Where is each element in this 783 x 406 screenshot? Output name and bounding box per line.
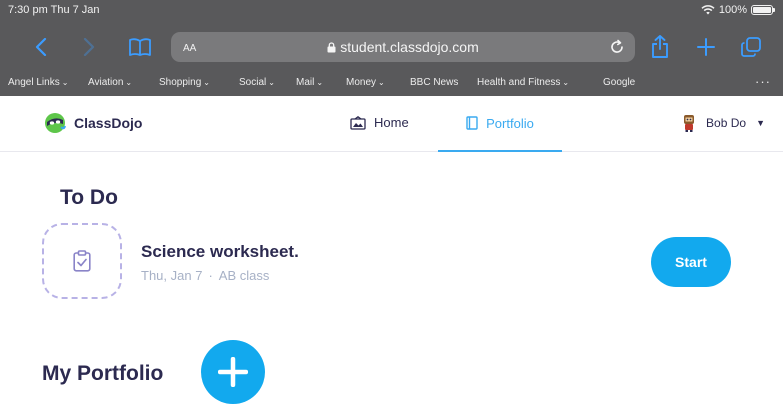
portfolio-heading: My Portfolio: [42, 362, 164, 385]
task-class: AB class: [218, 268, 270, 283]
battery-percent: 100%: [718, 4, 747, 16]
new-tab-button[interactable]: [694, 30, 718, 64]
chevron-right-icon: [83, 38, 95, 56]
status-bar: 7:30 pm Thu 7 Jan 100%: [0, 0, 783, 20]
task-title[interactable]: Science worksheet.: [141, 242, 299, 262]
book-icon: [129, 38, 151, 56]
reload-icon[interactable]: [609, 39, 625, 55]
battery-icon: [751, 5, 775, 15]
bookmark-label: Google: [603, 77, 636, 88]
task-icon-container: [42, 223, 122, 299]
chevron-down-icon: ⌄: [61, 78, 69, 87]
favorites-bar: Angel Links ⌄ Aviation ⌄ Shopping ⌄ Social ⌄ Mai…: [0, 74, 783, 92]
share-button[interactable]: [648, 30, 672, 64]
task-date: Thu, Jan 7: [141, 268, 203, 283]
add-portfolio-button[interactable]: [201, 340, 265, 404]
chevron-down-icon: ⌄: [316, 78, 324, 87]
bookmark-label: BBC News: [410, 77, 459, 88]
bookmark-item[interactable]: Google: [603, 77, 635, 88]
bookmark-item[interactable]: Money ⌄: [346, 77, 385, 88]
bookmark-label: Shopping: [159, 77, 202, 88]
status-right: 100%: [701, 4, 775, 16]
chevron-down-icon: ⌄: [562, 78, 570, 87]
nav-home-label: Home: [374, 115, 409, 130]
bookmark-item[interactable]: Mail ⌄: [296, 77, 323, 88]
browser-chrome: 7:30 pm Thu 7 Jan 100% AA student.classd…: [0, 0, 783, 96]
bookmark-item[interactable]: Health and Fitness ⌄: [477, 77, 569, 88]
bookmark-label: Mail: [296, 77, 315, 88]
status-time: 7:30 pm Thu 7 Jan: [8, 4, 100, 16]
start-button[interactable]: Start: [651, 237, 731, 287]
brand-name: ClassDojo: [74, 115, 143, 131]
forward-button[interactable]: [80, 30, 98, 64]
caret-down-icon: ▼: [756, 118, 765, 128]
bookmark-label: Health and Fitness: [477, 77, 561, 88]
address-bar[interactable]: AA student.classdojo.com: [171, 32, 635, 62]
bookmark-item[interactable]: Aviation ⌄: [88, 77, 132, 88]
bookmark-label: Money: [346, 77, 377, 88]
chevron-down-icon: ⌄: [378, 78, 385, 87]
browser-toolbar: AA student.classdojo.com: [0, 30, 783, 64]
wifi-icon: [701, 5, 715, 15]
tabs-icon: [741, 37, 761, 57]
avatar: [684, 115, 695, 132]
notebook-icon: [466, 116, 478, 130]
bookmark-item[interactable]: Angel Links ⌄: [8, 77, 68, 88]
bookmark-item[interactable]: BBC News: [410, 77, 458, 88]
bookmarks-button[interactable]: [126, 30, 154, 64]
clipboard-check-icon: [73, 250, 91, 272]
bookmark-label: Social: [239, 77, 267, 88]
picture-frame-icon: [350, 115, 366, 130]
chevron-down-icon: ⌄: [268, 78, 275, 87]
bookmark-label: Angel Links: [8, 77, 60, 88]
task-meta: Thu, Jan 7 · AB class: [141, 268, 269, 283]
url-text: student.classdojo.com: [340, 39, 479, 55]
plus-icon: [697, 38, 715, 56]
chevron-down-icon: ⌄: [125, 78, 133, 87]
nav-portfolio-label: Portfolio: [486, 115, 534, 131]
back-button[interactable]: [32, 30, 50, 64]
classdojo-logo[interactable]: ClassDojo: [44, 112, 142, 134]
nav-home[interactable]: Home: [350, 115, 409, 130]
plus-icon: [218, 357, 248, 387]
share-icon: [652, 35, 668, 58]
user-menu[interactable]: Bob Do ▼: [682, 114, 765, 132]
bookmark-item[interactable]: Social ⌄: [239, 77, 275, 88]
url-display[interactable]: student.classdojo.com: [171, 39, 635, 55]
classdojo-mascot-icon: [45, 113, 66, 133]
bookmark-label: Aviation: [88, 77, 124, 88]
nav-portfolio[interactable]: Portfolio: [438, 96, 562, 152]
todo-heading: To Do: [60, 186, 118, 209]
chevron-down-icon: ⌄: [203, 78, 210, 87]
more-bookmarks-button[interactable]: ···: [755, 74, 771, 89]
tabs-overview-button[interactable]: [739, 30, 763, 64]
meta-separator: ·: [208, 268, 213, 283]
chevron-left-icon: [35, 38, 47, 56]
user-name: Bob Do: [706, 116, 747, 130]
app-header: ClassDojo Home Portfolio Bob Do ▼: [0, 96, 783, 152]
lock-icon: [327, 42, 336, 53]
bookmark-item[interactable]: Shopping ⌄: [159, 77, 210, 88]
